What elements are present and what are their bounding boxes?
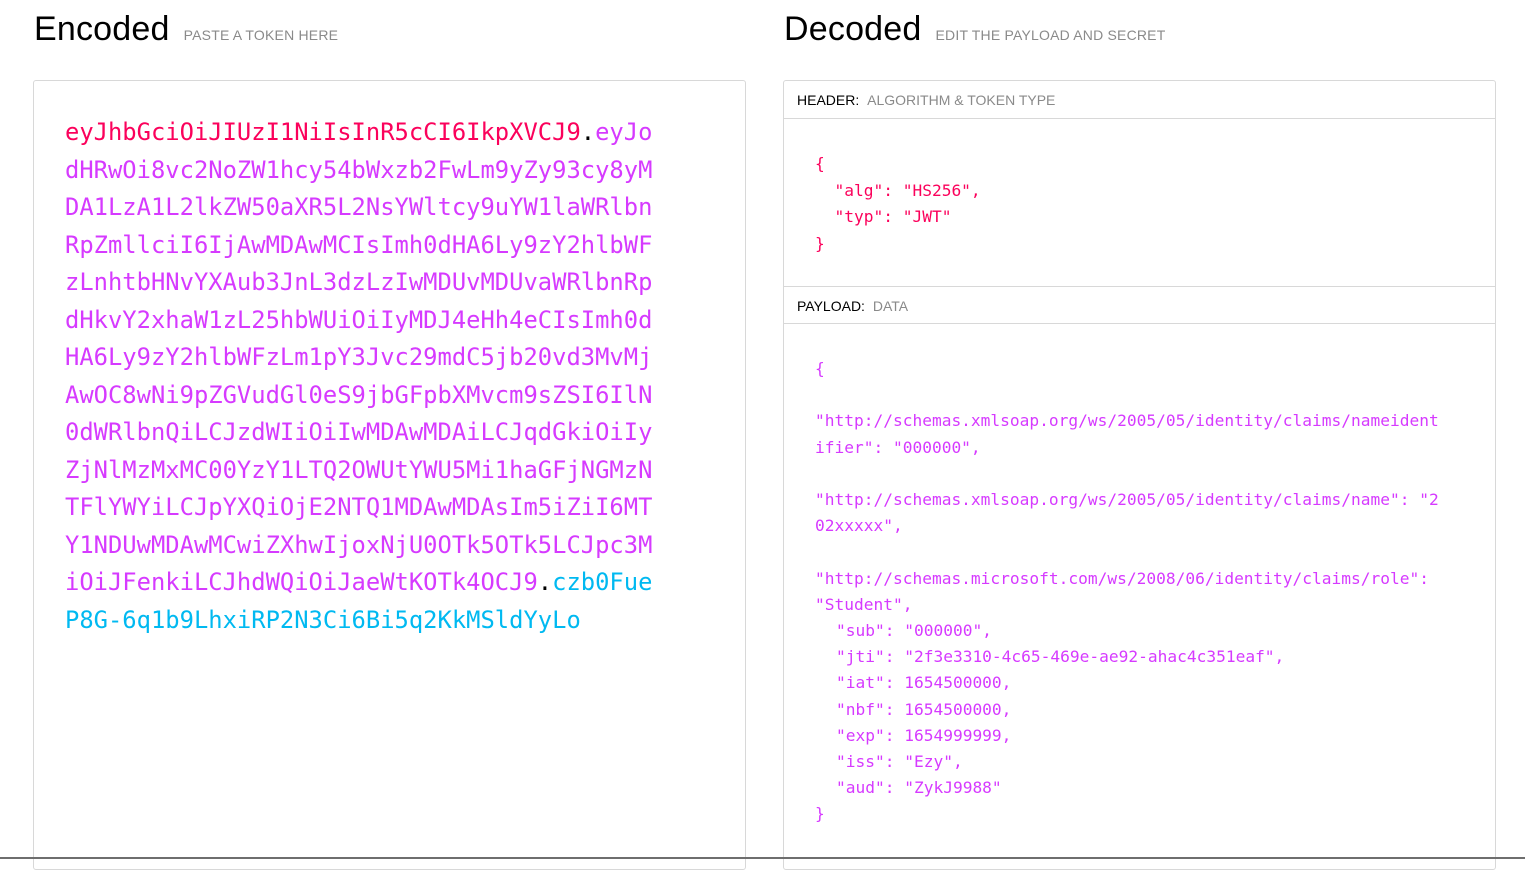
encoded-title: Encoded bbox=[34, 10, 170, 48]
payload-line: "sub": "000000", bbox=[836, 620, 992, 640]
payload-line: { bbox=[815, 359, 825, 378]
header-json-editor[interactable]: { "alg": "HS256", "typ": "JWT" } bbox=[815, 151, 981, 257]
payload-line: "iat": 1654500000, bbox=[836, 673, 1012, 693]
encoded-heading: Encoded PASTE A TOKEN HERE bbox=[34, 10, 338, 49]
payload-json-editor[interactable]: { "http://schemas.xmlsoap.org/ws/2005/05… bbox=[815, 356, 1445, 828]
encoded-token-editor[interactable]: eyJhbGciOiJIUzI1NiIsInR5cCI6IkpXVCJ9.eyJ… bbox=[33, 80, 746, 870]
payload-line: "exp": 1654999999, bbox=[836, 725, 1012, 745]
payload-blank-line bbox=[815, 382, 1445, 408]
payload-section-title: PAYLOAD: DATA bbox=[784, 286, 1495, 324]
payload-line: "jti": "2f3e3310-4c65-469e-ae92-ahac4c35… bbox=[836, 647, 1285, 667]
payload-section-label: PAYLOAD: bbox=[797, 298, 865, 314]
payload-line: "http://schemas.microsoft.com/ws/2008/06… bbox=[815, 568, 1429, 614]
header-section-label: HEADER: bbox=[797, 92, 860, 108]
token-header-segment: eyJhbGciOiJIUzI1NiIsInR5cCI6IkpXVCJ9 bbox=[65, 118, 581, 146]
token-payload-segment: eyJodHRwOi8vc2NoZW1hcy54bWxzb2FwLm9yZy93… bbox=[65, 118, 653, 596]
payload-line: } bbox=[815, 804, 825, 824]
payload-line: "aud": "ZykJ9988" bbox=[836, 778, 1002, 798]
payload-blank-line bbox=[815, 539, 1445, 565]
decoded-title: Decoded bbox=[784, 10, 922, 48]
encoded-token-text[interactable]: eyJhbGciOiJIUzI1NiIsInR5cCI6IkpXVCJ9.eyJ… bbox=[65, 114, 665, 639]
decoded-subtitle: EDIT THE PAYLOAD AND SECRET bbox=[935, 27, 1166, 43]
payload-line: "http://schemas.xmlsoap.org/ws/2005/05/i… bbox=[815, 411, 1439, 457]
token-dot: . bbox=[537, 568, 553, 596]
encoded-subtitle: PASTE A TOKEN HERE bbox=[183, 27, 339, 43]
payload-blank-line bbox=[815, 461, 1445, 487]
payload-line: "nbf": 1654500000, bbox=[836, 699, 1012, 719]
header-section-title: HEADER: ALGORITHM & TOKEN TYPE bbox=[784, 81, 1495, 119]
bottom-divider bbox=[0, 857, 1525, 859]
payload-section-sublabel: DATA bbox=[872, 298, 909, 314]
decoded-heading: Decoded EDIT THE PAYLOAD AND SECRET bbox=[784, 10, 1165, 49]
header-section-sublabel: ALGORITHM & TOKEN TYPE bbox=[867, 92, 1056, 108]
token-dot: . bbox=[580, 118, 596, 146]
payload-line: "iss": "Ezy", bbox=[836, 752, 963, 771]
decoded-panel: HEADER: ALGORITHM & TOKEN TYPE { "alg": … bbox=[783, 80, 1496, 870]
payload-line: "http://schemas.xmlsoap.org/ws/2005/05/i… bbox=[815, 489, 1439, 536]
